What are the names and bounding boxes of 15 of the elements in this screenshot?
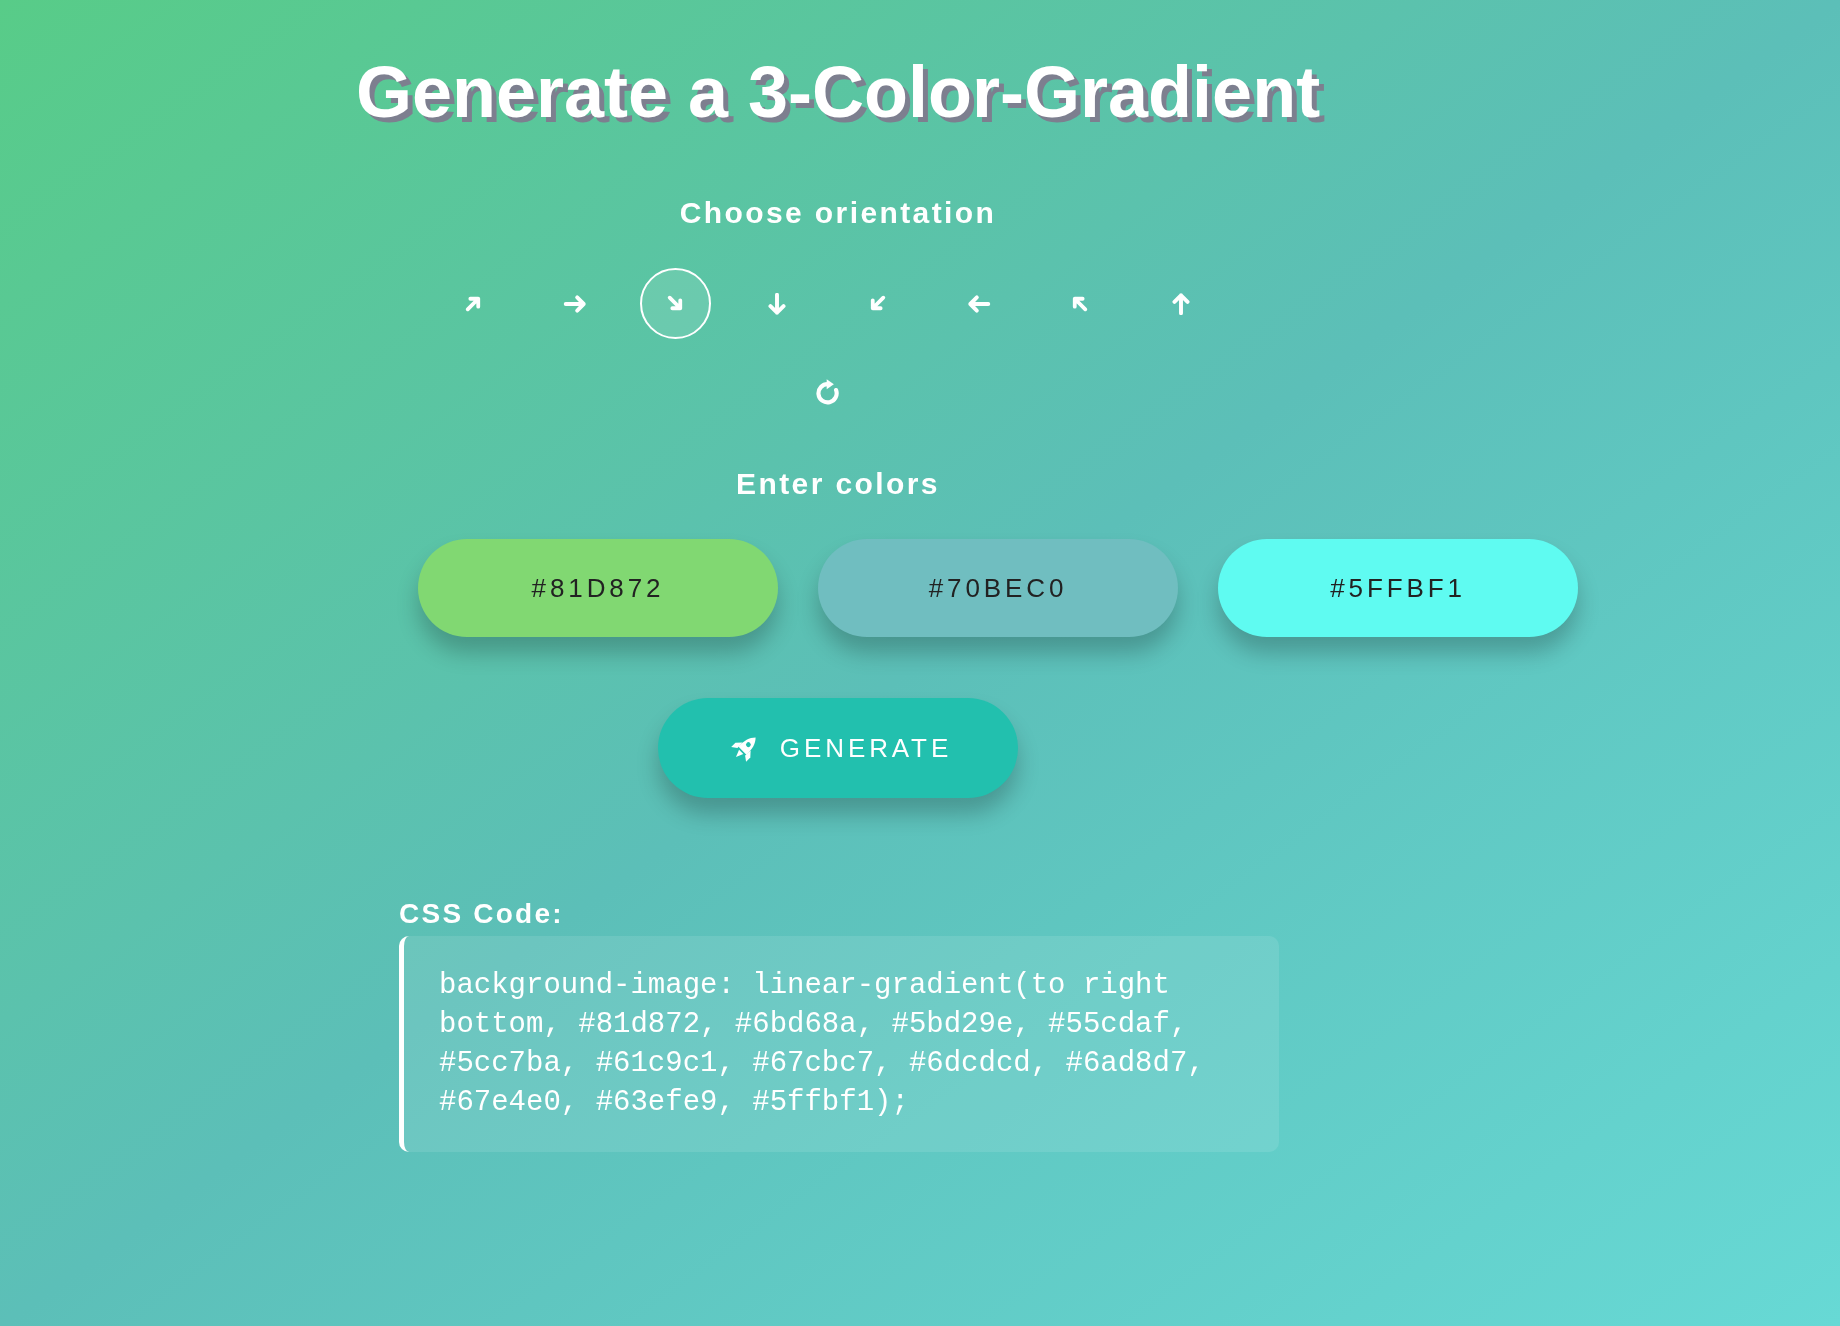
refresh-icon[interactable]: [815, 379, 841, 405]
color-input[interactable]: #70BEC0: [818, 539, 1178, 637]
arrow-up-left-icon: [1070, 294, 1089, 313]
arrow-down-right-icon: [666, 294, 685, 313]
section-heading: Choose orientation: [679, 198, 997, 228]
arrow-up-right-icon: [464, 294, 483, 313]
section-heading: Enter colors: [736, 469, 940, 499]
arrow-right-icon: [562, 292, 587, 315]
page-title: Generate a 3-Color-Gradient: [355, 56, 1321, 128]
color-input[interactable]: #5FFBF1: [1218, 539, 1578, 637]
color-input[interactable]: #81D872: [418, 539, 778, 637]
arrow-down-left-icon: [868, 294, 887, 313]
arrow-left-icon: [966, 292, 991, 315]
css-code-text: background-image: linear-gradient(to right bottom, #81d872, #6bd68a, #5bd29e, #55cdaf, #5cc7ba, #61c9c1, #67cbc7, #6dcdcd, #6ad8d7, #67e4e0, #63efe9, #5ffbf1);: [439, 968, 1206, 1121]
section-heading: CSS Code:: [399, 900, 564, 928]
